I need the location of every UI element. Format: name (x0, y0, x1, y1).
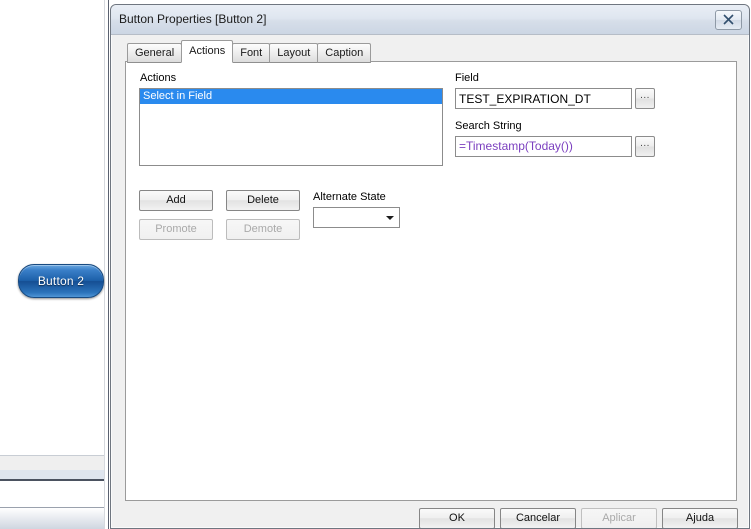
add-button[interactable]: Add (139, 190, 213, 211)
close-icon[interactable] (715, 10, 742, 30)
cancel-button[interactable]: Cancelar (500, 508, 576, 528)
background-band-2 (0, 470, 104, 479)
delete-button[interactable]: Delete (226, 190, 300, 211)
tab-font[interactable]: Font (232, 43, 271, 63)
alternate-state-label: Alternate State (313, 191, 386, 203)
button-2-label: Button 2 (37, 274, 85, 288)
actions-tab-panel: Actions Select in Field Add Delete Promo… (125, 61, 737, 501)
search-string-label: Search String (455, 120, 522, 132)
actions-list-label: Actions (140, 72, 177, 84)
dialog-titlebar[interactable]: Button Properties [Button 2] (111, 5, 749, 35)
background-band-1 (0, 456, 104, 470)
search-string-input[interactable]: =Timestamp(Today()) (455, 136, 632, 157)
chevron-down-icon (386, 216, 394, 220)
tab-general[interactable]: General (127, 43, 183, 63)
search-string-expression: =Timestamp(Today()) (459, 139, 573, 153)
promote-button: Promote (139, 219, 213, 240)
button-2-object[interactable]: Button 2 (18, 264, 104, 298)
search-string-picker-button[interactable]: ... (635, 136, 655, 157)
dialog-title: Button Properties [Button 2] (119, 12, 267, 26)
ok-button[interactable]: OK (419, 508, 495, 528)
dialog-footer: OK Cancelar Aplicar Ajuda (111, 505, 749, 528)
tab-actions[interactable]: Actions (181, 40, 234, 63)
background-divider-soft (104, 0, 105, 529)
help-button[interactable]: Ajuda (662, 508, 738, 528)
actions-listbox[interactable]: Select in Field (139, 88, 443, 166)
tab-layout[interactable]: Layout (269, 43, 319, 63)
button-properties-dialog: Button Properties [Button 2] General Act… (110, 4, 750, 529)
background-sheet-top (0, 0, 104, 455)
background-band-3 (0, 508, 104, 529)
demote-button: Demote (226, 219, 300, 240)
field-input[interactable] (455, 88, 632, 109)
apply-button: Aplicar (581, 508, 657, 528)
search-string-row: =Timestamp(Today()) ... (455, 136, 655, 157)
dialog-tabs: General Actions Font Layout Caption (127, 40, 372, 63)
tab-caption[interactable]: Caption (317, 43, 372, 63)
field-row: ... (455, 88, 655, 109)
list-item[interactable]: Select in Field (140, 89, 442, 104)
field-picker-button[interactable]: ... (635, 88, 655, 109)
background-sheet-bottom (0, 481, 104, 507)
background-divider-main (108, 0, 109, 529)
field-label: Field (455, 72, 479, 84)
alternate-state-dropdown[interactable] (313, 207, 400, 228)
